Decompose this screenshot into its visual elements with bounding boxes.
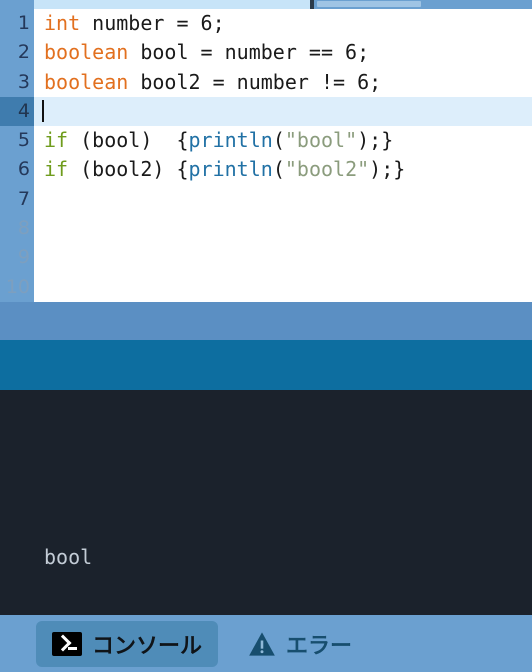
line-number[interactable]: 1 (0, 9, 34, 38)
tab-console-label: コンソール (92, 634, 203, 659)
code-token: if (44, 128, 69, 153)
code-line[interactable]: int number = 6; (34, 9, 532, 38)
gutter-top-pad (0, 0, 34, 9)
code-token: boolean (44, 69, 129, 94)
code-token: );} (357, 128, 394, 153)
code-token: bool2 = number != 6; (128, 69, 382, 94)
app-root: 1 2 3 4 5 6 7 8 9 10 int number = 6; boolean bool … (0, 0, 532, 672)
line-number[interactable]: 5 (0, 126, 34, 155)
code-line[interactable]: boolean bool2 = number != 6; (34, 68, 532, 97)
scroll-rail[interactable] (34, 0, 310, 9)
top-scroll-strip (0, 0, 532, 9)
code-line[interactable]: boolean bool = number == 6; (34, 38, 532, 67)
console-output-line: bool (44, 545, 93, 569)
line-number[interactable]: 6 (0, 155, 34, 184)
terminal-icon (52, 632, 82, 656)
warning-triangle-icon (249, 632, 275, 656)
code-token: (bool2) { (68, 157, 189, 182)
code-token: "bool2" (284, 157, 370, 182)
tab-console[interactable]: コンソール (36, 621, 219, 667)
text-caret (42, 99, 44, 122)
code-token: if (44, 157, 69, 182)
status-band (0, 340, 532, 390)
code-line[interactable] (34, 185, 532, 214)
horizontal-scrollbar-thumb[interactable] (317, 1, 421, 7)
line-number[interactable]: 3 (0, 68, 34, 97)
code-token: int (44, 11, 81, 35)
code-line[interactable] (34, 214, 532, 243)
code-token: );} (369, 157, 406, 182)
code-token: println (188, 128, 273, 153)
code-editor[interactable]: 1 2 3 4 5 6 7 8 9 10 int number = 6; boolean bool … (0, 9, 532, 302)
code-token: boolean (44, 40, 129, 65)
code-line[interactable]: if (bool) {println("bool");} (34, 126, 532, 155)
line-number[interactable]: 9 (0, 243, 34, 272)
line-number-gutter: 1 2 3 4 5 6 7 8 9 10 (0, 9, 34, 302)
code-area[interactable]: int number = 6; boolean bool = number == … (34, 9, 532, 302)
line-number[interactable]: 10 (0, 273, 34, 302)
code-line[interactable] (34, 273, 532, 302)
scroll-divider (310, 0, 314, 9)
code-token: ( (272, 128, 285, 153)
code-token: "bool" (284, 128, 358, 153)
editor-bottom-band (0, 302, 532, 340)
tab-error[interactable]: エラー (232, 621, 368, 667)
code-token: bool = number == 6; (128, 40, 370, 65)
bottom-tab-bar: コンソール エラー (0, 615, 532, 672)
code-line[interactable]: if (bool2) {println("bool2");} (34, 155, 532, 184)
console-panel[interactable]: bool (0, 390, 532, 615)
code-token: ( (272, 157, 285, 182)
line-number[interactable]: 2 (0, 38, 34, 67)
code-token: (bool) { (68, 128, 189, 153)
line-number[interactable]: 7 (0, 185, 34, 214)
line-number[interactable]: 8 (0, 214, 34, 243)
code-line[interactable] (34, 243, 532, 272)
code-token: println (188, 157, 273, 182)
tab-error-label: エラー (286, 634, 353, 659)
line-number[interactable]: 4 (0, 96, 34, 127)
code-token: number = 6; (80, 11, 225, 35)
code-line[interactable] (34, 96, 532, 127)
